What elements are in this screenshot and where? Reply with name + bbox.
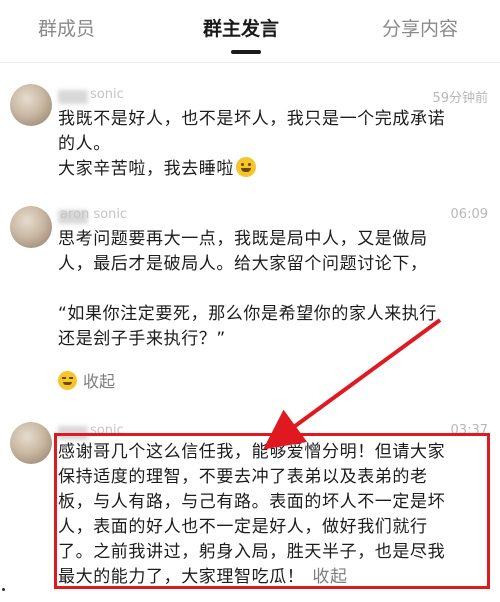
collapse-button[interactable]: 收起 <box>58 368 115 392</box>
avatar[interactable] <box>10 422 52 464</box>
avatar[interactable] <box>10 206 52 248</box>
username: sonic <box>90 87 124 102</box>
username: aron sonic <box>60 207 128 222</box>
tab-shared-content[interactable]: 分享内容 <box>382 14 458 41</box>
tab-members[interactable]: 群成员 <box>38 14 95 41</box>
post-time: 06:09 <box>450 207 488 222</box>
stray-dot <box>2 588 5 591</box>
grinning-sweat-emoji-icon <box>236 157 256 177</box>
avatar[interactable] <box>10 84 52 126</box>
tab-bar: 群成员 群主发言 分享内容 <box>0 0 500 63</box>
active-tab-indicator <box>231 50 261 54</box>
tab-owner-posts[interactable]: 群主发言 <box>203 14 279 41</box>
post-text: 思考问题要再大一点，我既是局中人，又是做局 人，最后才是破局人。给大家留个问题讨… <box>58 229 438 349</box>
blurred-name <box>58 90 88 104</box>
highlight-box <box>54 433 490 589</box>
post-2: aron sonic 06:09 思考问题要再大一点，我既是局中人，又是做局 人… <box>0 200 500 400</box>
post-time: 59分钟前 <box>432 91 488 106</box>
smile-icon <box>58 371 77 390</box>
post-text: 我既不是好人，也不是坏人，我只是一个完成承诺 的人。 大家辛苦啦，我去睡啦 <box>58 109 446 179</box>
post-1: sonic 59分钟前 我既不是好人，也不是坏人，我只是一个完成承诺 的人。 大… <box>0 80 500 190</box>
